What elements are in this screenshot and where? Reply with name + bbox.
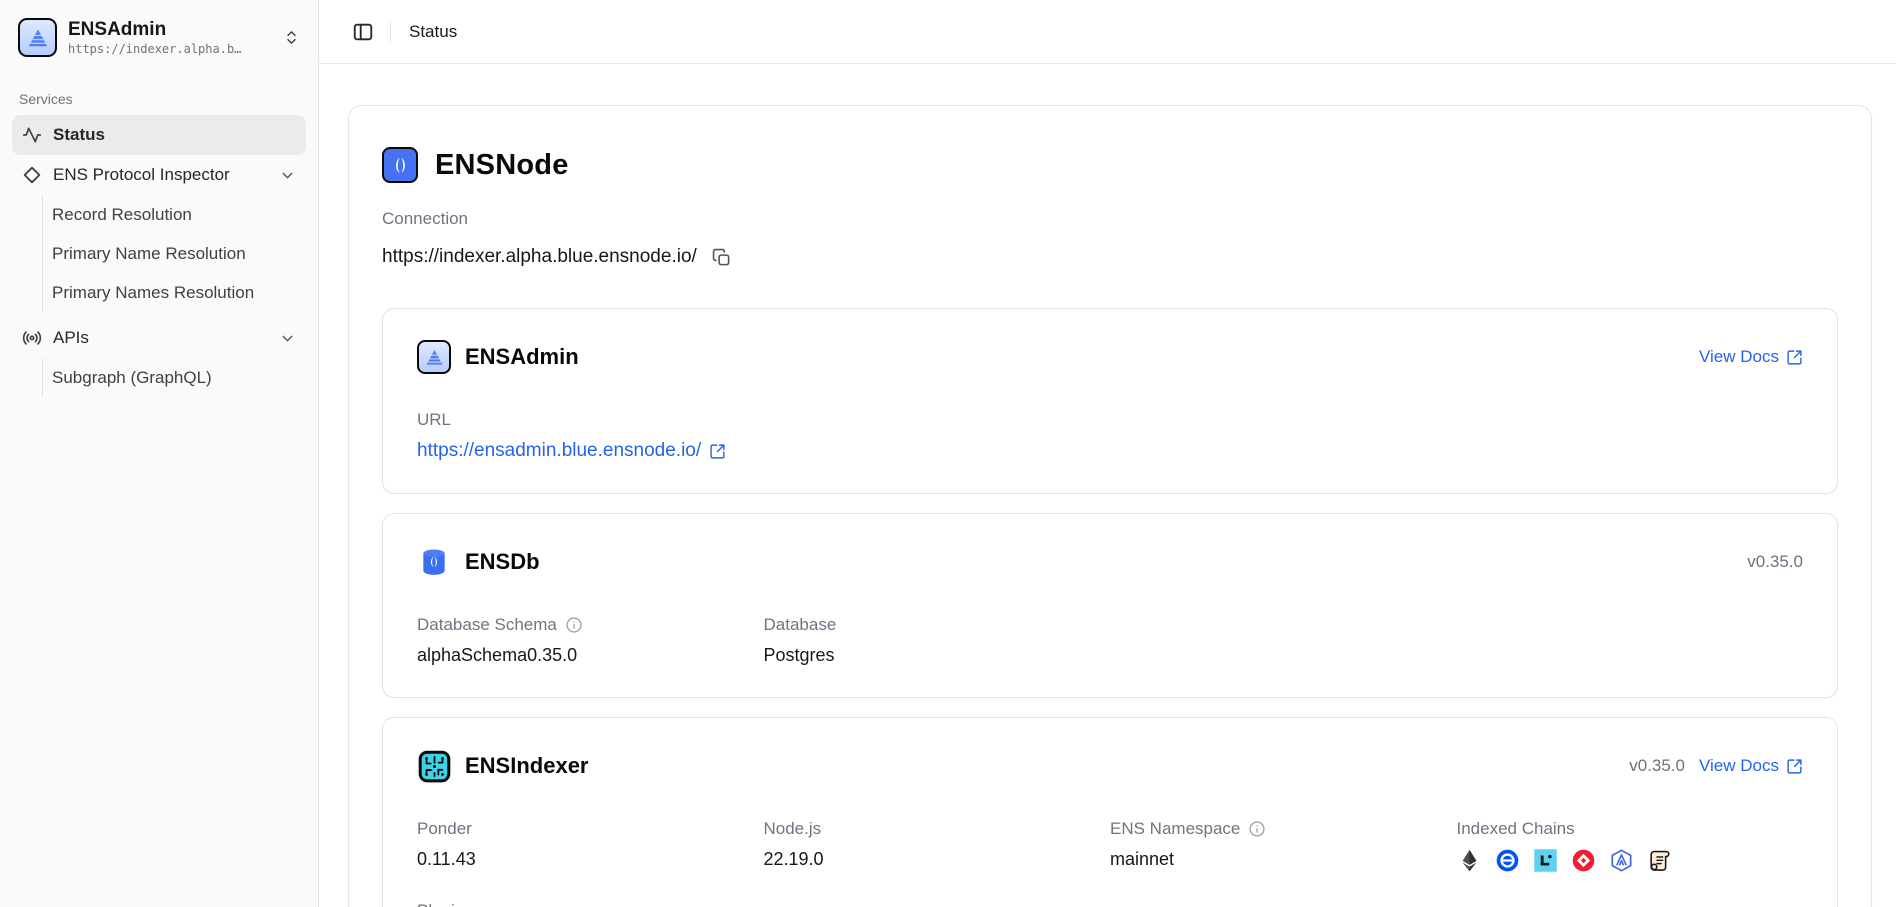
ensdb-fields: Database Schema alphaSchema0.35.0 Databa… [417, 615, 1803, 666]
sidebar-item-label: Status [53, 125, 105, 145]
ensdb-card-icon [417, 545, 451, 579]
ens-namespace-label: ENS Namespace [1110, 819, 1240, 839]
copy-icon[interactable] [712, 248, 731, 267]
arbitrum-chain-icon [1609, 848, 1634, 873]
indexed-chains-label: Indexed Chains [1457, 819, 1575, 839]
services-section-label: Services [19, 91, 306, 107]
ponder-label: Ponder [417, 819, 472, 839]
breadcrumb: Status [409, 22, 457, 42]
sidebar-item-primary-names-resolution[interactable]: Primary Names Resolution [43, 273, 306, 312]
sidebar-item-apis[interactable]: APIs [12, 318, 306, 358]
activity-icon [22, 125, 42, 145]
version-badge: v0.35.0 [1629, 756, 1685, 776]
ensnode-status-card: ENSNode Connection https://indexer.alpha… [348, 105, 1872, 907]
app-name: ENSAdmin [68, 19, 270, 41]
page-title: ENSNode [435, 149, 569, 182]
url-label: URL [417, 410, 1803, 430]
chevrons-up-down-icon [283, 29, 300, 46]
workspace-switcher[interactable]: ENSAdmin https://indexer.alpha.b… [12, 10, 306, 65]
nodejs-label: Node.js [764, 819, 822, 839]
ensindexer-card-header: ENSIndexer v0.35.0 View Docs [417, 749, 1803, 783]
nodejs-value: 22.19.0 [764, 849, 1111, 870]
ensdb-card: ENSDb v0.35.0 Database Schema [382, 513, 1838, 698]
field-database: Database Postgres [764, 615, 1111, 666]
card-title: ENSIndexer [465, 753, 589, 779]
chevron-down-icon [279, 330, 296, 347]
external-link-icon [1786, 758, 1803, 775]
field-database-schema: Database Schema alphaSchema0.35.0 [417, 615, 764, 666]
sidebar-item-ens-protocol-inspector[interactable]: ENS Protocol Inspector [12, 155, 306, 195]
version-badge: v0.35.0 [1747, 552, 1803, 572]
topbar: Status [319, 0, 1896, 64]
indexed-chains-row [1457, 848, 1804, 873]
chevron-down-icon [279, 167, 296, 184]
ensindexer-fields: Ponder 0.11.43 Node.js 22.19.0 ENS Names… [417, 819, 1803, 873]
database-schema-label: Database Schema [417, 615, 557, 635]
sidebar-item-record-resolution[interactable]: Record Resolution [43, 195, 306, 234]
sidebar-toggle-button[interactable] [346, 15, 380, 49]
apis-subnav: Subgraph (GraphQL) [42, 358, 306, 397]
ensadmin-card-header: ENSAdmin View Docs [417, 340, 1803, 374]
sidebar-item-label: ENS Protocol Inspector [53, 165, 268, 185]
sidebar-item-primary-name-resolution[interactable]: Primary Name Resolution [43, 234, 306, 273]
database-value: Postgres [764, 645, 1111, 666]
field-ens-namespace: ENS Namespace mainnet [1110, 819, 1457, 873]
app-root: ENSAdmin https://indexer.alpha.b… Servic… [0, 0, 1896, 907]
sidebar: ENSAdmin https://indexer.alpha.b… Servic… [0, 0, 319, 907]
connection-label: Connection [382, 209, 1838, 229]
topbar-divider [390, 21, 391, 43]
info-icon[interactable] [1248, 820, 1266, 838]
view-docs-label: View Docs [1699, 756, 1779, 776]
ens-diamond-icon [22, 165, 42, 185]
base-chain-icon [1495, 848, 1520, 873]
ensindexer-card: ENSIndexer v0.35.0 View Docs Ponder [382, 717, 1838, 907]
field-nodejs: Node.js 22.19.0 [764, 819, 1111, 873]
ensadmin-card-icon [417, 340, 451, 374]
plugins-label: Plugins [417, 901, 1803, 907]
connection-url-short: https://indexer.alpha.b… [68, 41, 258, 57]
linea-chain-icon [1533, 848, 1558, 873]
ensdb-card-header: ENSDb v0.35.0 [417, 545, 1803, 579]
field-indexed-chains: Indexed Chains [1457, 819, 1804, 873]
view-docs-label: View Docs [1699, 347, 1779, 367]
sidebar-item-subgraph-graphql[interactable]: Subgraph (GraphQL) [43, 358, 306, 397]
radio-icon [22, 328, 42, 348]
scroll-chain-icon [1647, 848, 1672, 873]
database-schema-value: alphaSchema0.35.0 [417, 645, 764, 666]
ponder-value: 0.11.43 [417, 849, 764, 870]
sidebar-item-status[interactable]: Status [12, 115, 306, 155]
inspector-subnav: Record Resolution Primary Name Resolutio… [42, 195, 306, 312]
optimism-chain-icon [1571, 848, 1596, 873]
ensadmin-url-text: https://ensadmin.blue.ensnode.io/ [417, 440, 701, 462]
ens-namespace-value: mainnet [1110, 849, 1457, 870]
page-content: ENSNode Connection https://indexer.alpha… [319, 64, 1896, 907]
card-title: ENSDb [465, 549, 540, 575]
view-docs-link[interactable]: View Docs [1699, 756, 1803, 776]
ethereum-chain-icon [1457, 848, 1482, 873]
field-ponder: Ponder 0.11.43 [417, 819, 764, 873]
ensadmin-url-link[interactable]: https://ensadmin.blue.ensnode.io/ [417, 440, 1803, 462]
database-label: Database [764, 615, 837, 635]
ensnode-logo-icon [382, 147, 418, 183]
ensadmin-logo-icon [18, 18, 57, 57]
view-docs-link[interactable]: View Docs [1699, 347, 1803, 367]
ensindexer-card-icon [417, 749, 451, 783]
info-icon[interactable] [565, 616, 583, 634]
external-link-icon [1786, 349, 1803, 366]
sidebar-item-label: APIs [53, 328, 268, 348]
connection-url: https://indexer.alpha.blue.ensnode.io/ [382, 246, 697, 268]
card-title: ENSAdmin [465, 344, 579, 370]
external-link-icon [709, 443, 726, 460]
ensnode-header: ENSNode [382, 147, 1838, 183]
main-area: Status ENSNode Connection https://indexe… [319, 0, 1896, 907]
ensadmin-card: ENSAdmin View Docs URL https://ensadmin.… [382, 308, 1838, 494]
connection-row: https://indexer.alpha.blue.ensnode.io/ [382, 246, 1838, 268]
